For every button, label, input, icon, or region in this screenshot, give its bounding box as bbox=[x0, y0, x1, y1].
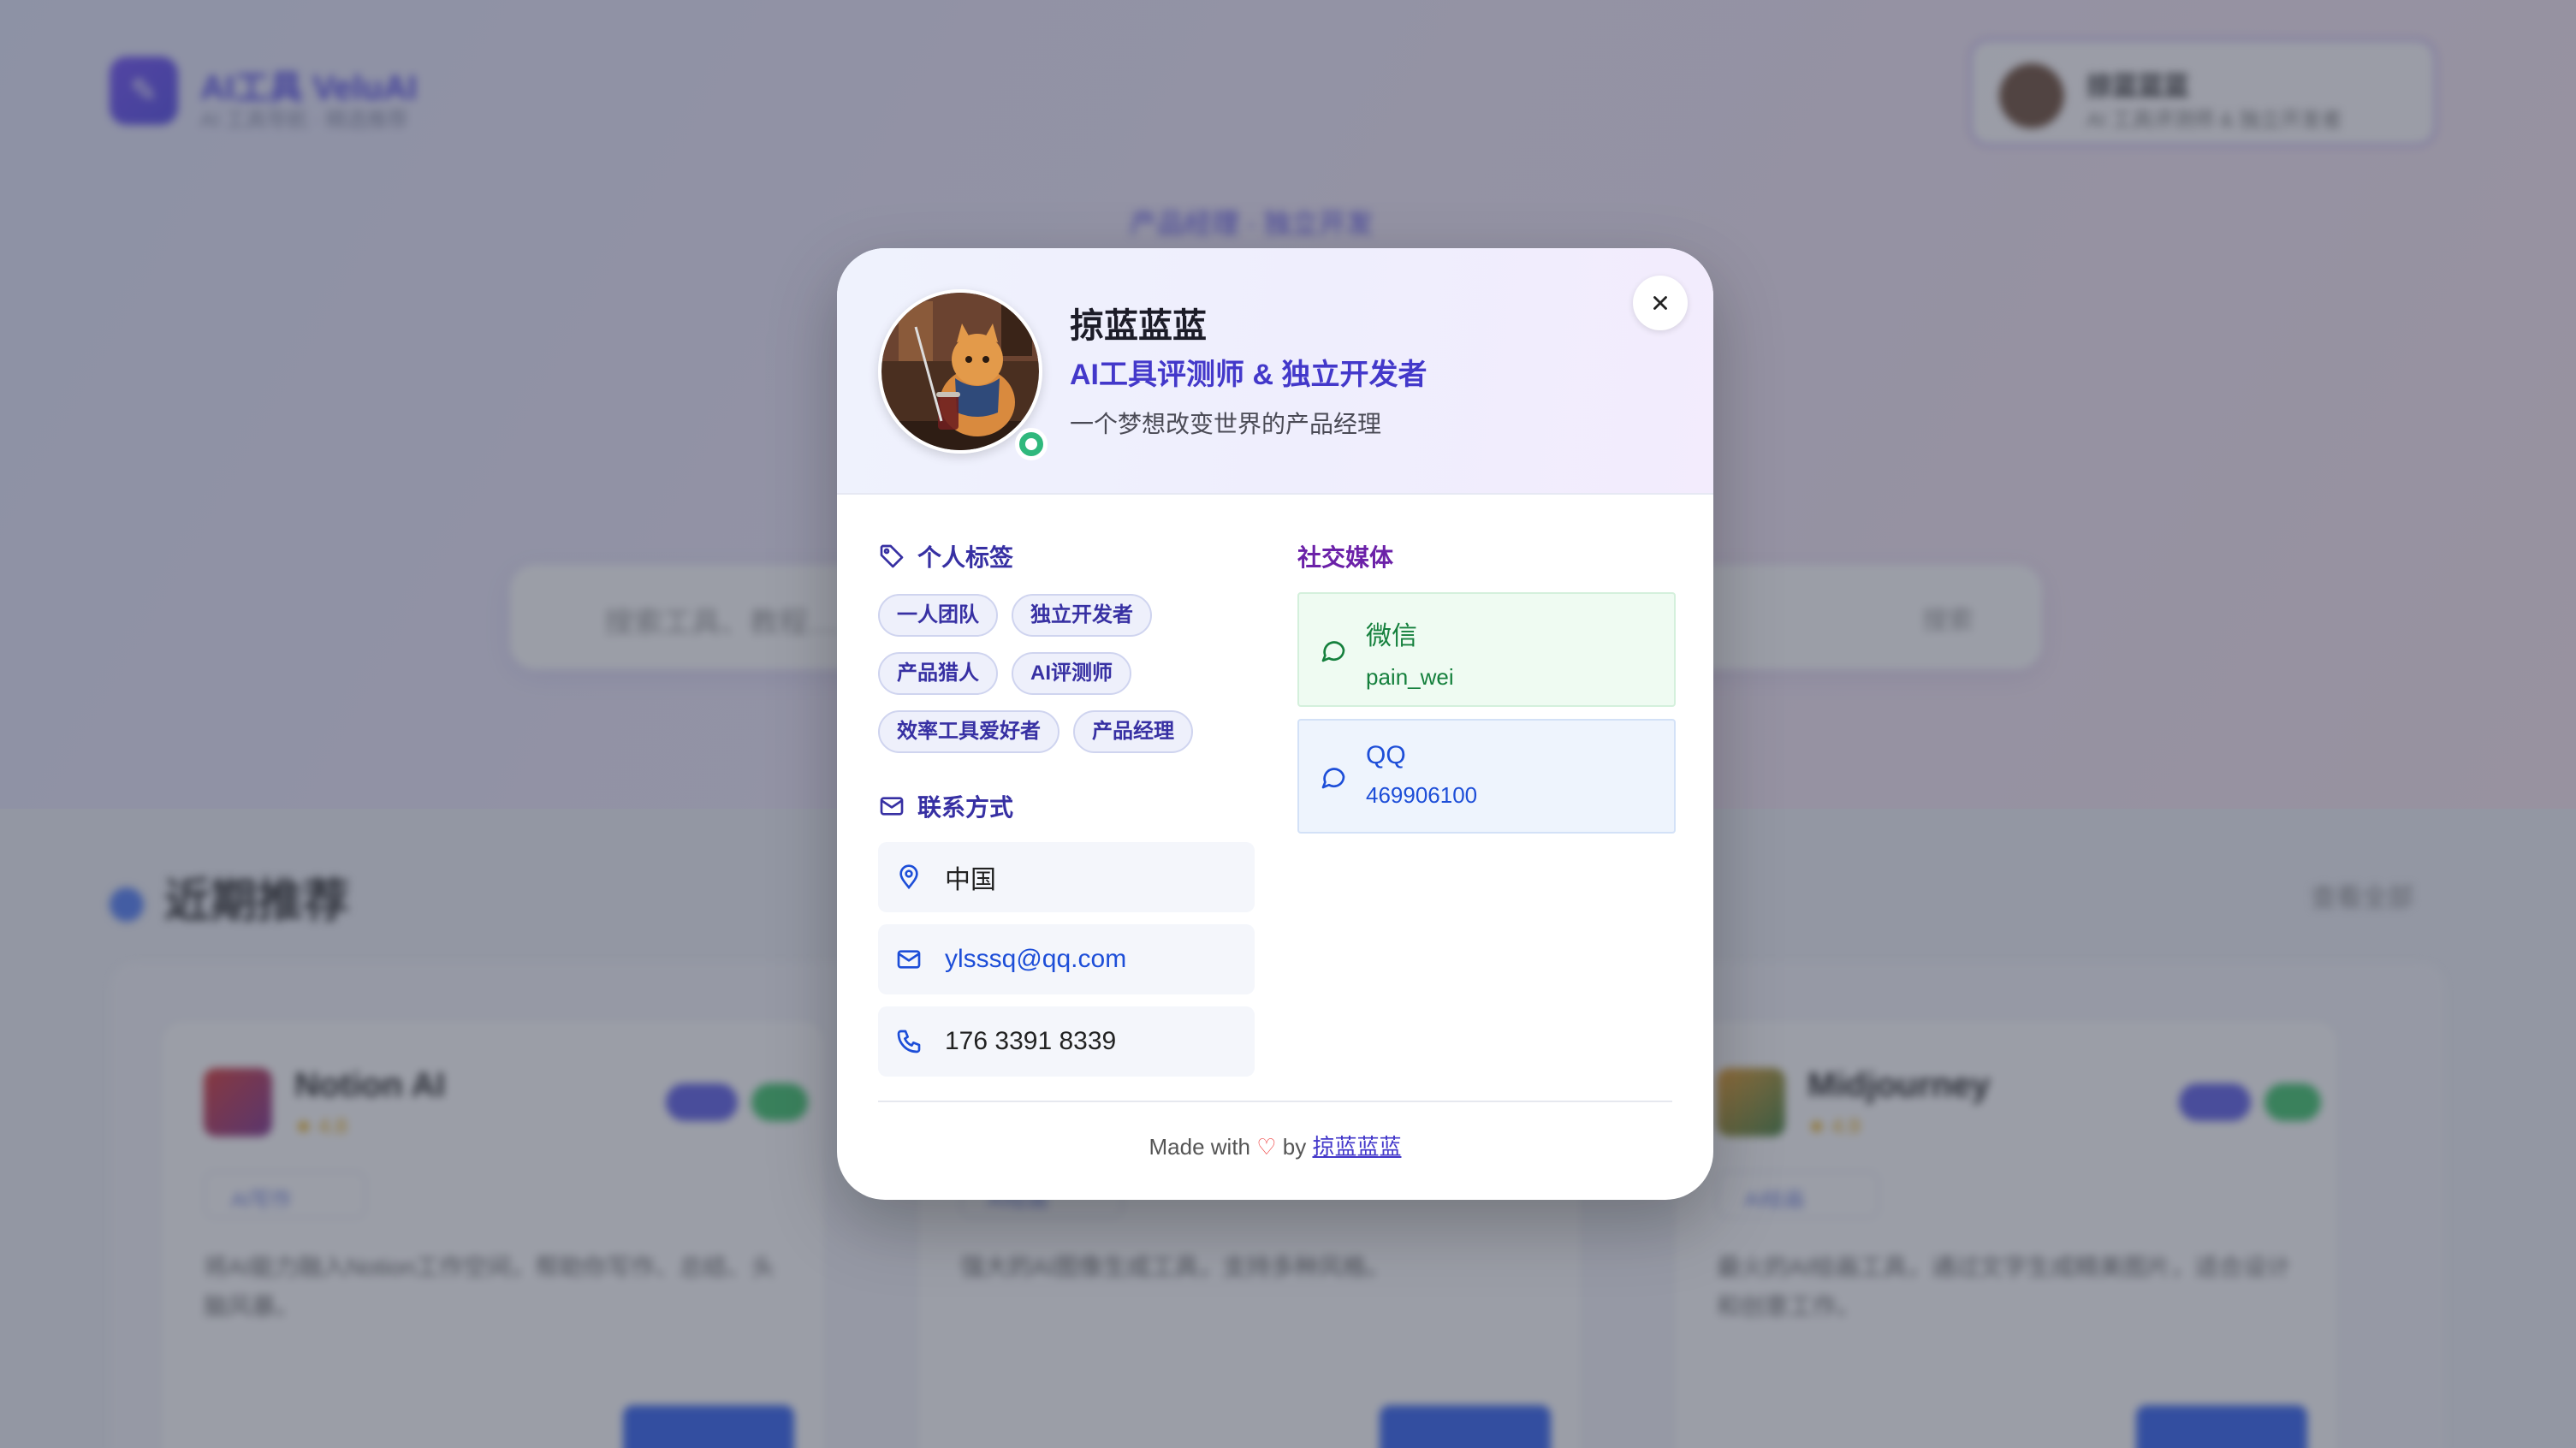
chat-bubble-icon bbox=[1321, 768, 1345, 789]
tag-chip[interactable]: 产品猎人 bbox=[878, 652, 998, 695]
tag-chip[interactable]: 产品经理 bbox=[1073, 710, 1193, 753]
tag-chip[interactable]: AI评测师 bbox=[1012, 652, 1131, 695]
social-value: 469906100 bbox=[1366, 782, 1478, 808]
profile-avatar bbox=[878, 289, 1042, 454]
tags-heading: 个人标签 bbox=[878, 539, 1013, 573]
social-qq[interactable]: QQ 469906100 bbox=[1297, 719, 1676, 834]
social-value: pain_wei bbox=[1366, 664, 1454, 690]
author-link[interactable]: 掠蓝蓝蓝 bbox=[1312, 1134, 1401, 1160]
social-heading: 社交媒体 bbox=[1297, 544, 1394, 571]
online-status-indicator bbox=[1015, 428, 1048, 460]
map-pin-icon bbox=[899, 864, 918, 890]
footer: Made with ♡ by 掠蓝蓝蓝 bbox=[1149, 1134, 1402, 1160]
mail-icon bbox=[880, 797, 904, 816]
contact-heading: 联系方式 bbox=[878, 789, 1013, 823]
chat-bubble-icon bbox=[1321, 641, 1345, 662]
contact-location: 中国 bbox=[878, 842, 1255, 912]
profile-modal: 掠蓝蓝蓝 AI工具评测师 & 独立开发者 一个梦想改变世界的产品经理 个人标签 … bbox=[837, 248, 1713, 1200]
social-wechat[interactable]: 微信 pain_wei bbox=[1297, 592, 1676, 707]
heart-icon: ♡ bbox=[1256, 1134, 1277, 1160]
tag-chip[interactable]: 效率工具爱好者 bbox=[878, 710, 1059, 753]
mail-icon bbox=[897, 950, 921, 969]
profile-title: AI工具评测师 & 独立开发者 bbox=[1070, 359, 1427, 391]
tag-icon bbox=[880, 544, 904, 568]
divider bbox=[878, 1101, 1672, 1102]
tag-chip[interactable]: 一人团队 bbox=[878, 594, 998, 637]
profile-motto: 一个梦想改变世界的产品经理 bbox=[1070, 411, 1382, 437]
close-icon bbox=[1653, 296, 1667, 310]
contact-email-link[interactable]: ylsssq@qq.com bbox=[878, 924, 1255, 994]
profile-header: 掠蓝蓝蓝 AI工具评测师 & 独立开发者 一个梦想改变世界的产品经理 bbox=[837, 248, 1713, 495]
phone-icon bbox=[897, 1030, 921, 1053]
profile-name: 掠蓝蓝蓝 bbox=[1070, 307, 1207, 345]
tag-chip[interactable]: 独立开发者 bbox=[1012, 594, 1152, 637]
social-label: 微信 bbox=[1366, 622, 1417, 650]
social-label: QQ bbox=[1366, 741, 1406, 769]
contact-phone[interactable]: 176 3391 8339 bbox=[878, 1006, 1255, 1077]
close-button[interactable] bbox=[1633, 276, 1688, 330]
